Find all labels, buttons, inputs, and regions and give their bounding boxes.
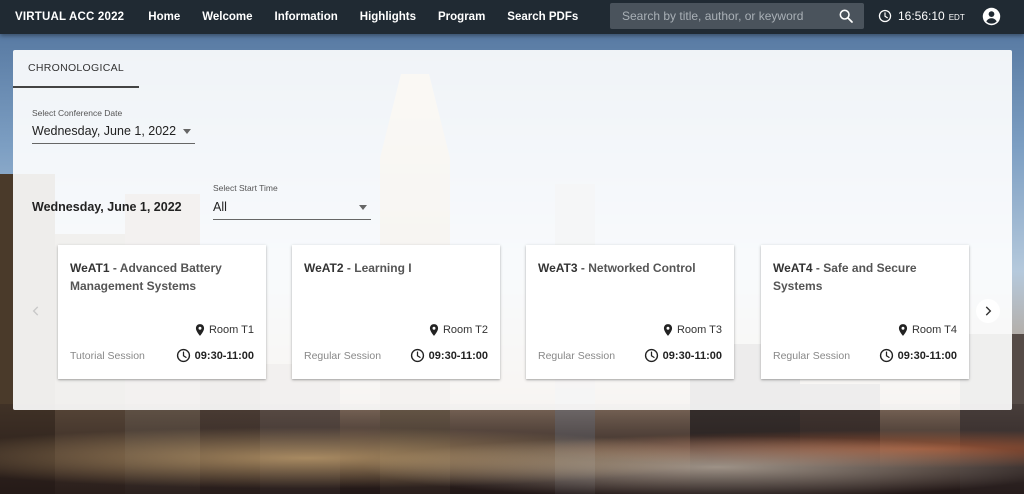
session-separator: -: [109, 261, 120, 275]
session-room-label: Room T2: [442, 324, 488, 336]
clock-icon: [176, 348, 190, 363]
conference-date-value: Wednesday, June 1, 2022: [32, 124, 177, 138]
carousel-next-button[interactable]: [976, 299, 1000, 323]
session-separator: -: [812, 261, 824, 275]
nav-search-pdfs[interactable]: Search PDFs: [507, 11, 578, 23]
clock-timezone: EDT: [948, 13, 965, 22]
top-nav-bar: VIRTUAL ACC 2022 Home Welcome Informatio…: [0, 0, 1024, 34]
session-card[interactable]: WeAT1 - Advanced Battery Management Syst…: [58, 245, 266, 379]
start-time-value: All: [213, 200, 227, 214]
session-room: Room T4: [896, 323, 957, 337]
nav-welcome[interactable]: Welcome: [202, 11, 252, 23]
clock-icon: [879, 348, 893, 363]
session-room: Room T1: [193, 323, 254, 337]
tab-chronological[interactable]: CHRONOLOGICAL: [13, 50, 139, 88]
session-code: WeAT4: [773, 261, 813, 275]
chevron-right-icon: [985, 306, 992, 316]
session-room: Room T3: [661, 323, 722, 337]
session-time-label: 09:30-11:00: [428, 349, 488, 362]
session-type: Regular Session: [538, 350, 616, 362]
session-separator: -: [577, 261, 589, 275]
session-name: Learning I: [354, 261, 412, 275]
session-type: Regular Session: [304, 350, 382, 362]
session-card[interactable]: WeAT2 - Learning I Room T2 Regular Sessi…: [292, 245, 500, 379]
start-time-select[interactable]: All: [213, 200, 371, 220]
session-time-label: 09:30-11:00: [662, 349, 722, 362]
program-panel: CHRONOLOGICAL Select Conference Date Wed…: [13, 50, 1012, 410]
nav-highlights[interactable]: Highlights: [360, 11, 416, 23]
session-code: WeAT2: [304, 261, 344, 275]
session-time: 09:30-11:00: [176, 348, 254, 363]
location-pin-icon: [663, 324, 673, 336]
date-select-label: Select Conference Date: [32, 108, 123, 118]
nav-home[interactable]: Home: [148, 11, 180, 23]
session-time: 09:30-11:00: [644, 348, 722, 363]
session-time: 09:30-11:00: [879, 348, 957, 363]
session-title: WeAT2 - Learning I: [304, 259, 494, 277]
session-card[interactable]: WeAT3 - Networked Control Room T3 Regula…: [526, 245, 734, 379]
search-box: [610, 3, 864, 29]
dropdown-caret-icon: [359, 204, 367, 210]
session-title: WeAT3 - Networked Control: [538, 259, 728, 277]
session-code: WeAT1: [70, 261, 110, 275]
brand-title[interactable]: VIRTUAL ACC 2022: [15, 11, 124, 23]
session-room-label: Room T3: [676, 324, 722, 336]
date-heading: Wednesday, June 1, 2022: [32, 200, 182, 214]
session-name: Networked Control: [588, 261, 696, 275]
session-room: Room T2: [427, 323, 488, 337]
search-icon[interactable]: [838, 8, 854, 24]
session-code: WeAT3: [538, 261, 578, 275]
dropdown-caret-icon: [183, 128, 191, 134]
search-input[interactable]: [610, 9, 828, 23]
session-time: 09:30-11:00: [410, 348, 488, 363]
clock-icon: [644, 348, 658, 363]
session-title: WeAT4 - Safe and Secure Systems: [773, 259, 963, 295]
conference-date-select[interactable]: Wednesday, June 1, 2022: [32, 124, 195, 144]
location-pin-icon: [429, 324, 439, 336]
session-card[interactable]: WeAT4 - Safe and Secure Systems Room T4 …: [761, 245, 969, 379]
clock-icon: [878, 9, 892, 23]
session-time-label: 09:30-11:00: [897, 349, 957, 362]
clock-icon: [410, 348, 424, 363]
clock-time: 16:56:10: [898, 9, 945, 23]
location-pin-icon: [195, 324, 205, 336]
session-type: Regular Session: [773, 350, 851, 362]
clock: 16:56:10 EDT: [878, 9, 965, 23]
location-pin-icon: [898, 324, 908, 336]
account-circle-icon[interactable]: [982, 7, 1001, 26]
session-type: Tutorial Session: [70, 350, 145, 362]
session-room-label: Room T4: [911, 324, 957, 336]
session-title: WeAT1 - Advanced Battery Management Syst…: [70, 259, 260, 295]
nav-information[interactable]: Information: [275, 11, 338, 23]
session-room-label: Room T1: [208, 324, 254, 336]
carousel-prev-button[interactable]: [24, 299, 48, 323]
session-time-label: 09:30-11:00: [194, 349, 254, 362]
start-time-label: Select Start Time: [213, 183, 278, 193]
session-separator: -: [343, 261, 355, 275]
chevron-left-icon: [32, 306, 39, 316]
nav-program[interactable]: Program: [438, 11, 485, 23]
